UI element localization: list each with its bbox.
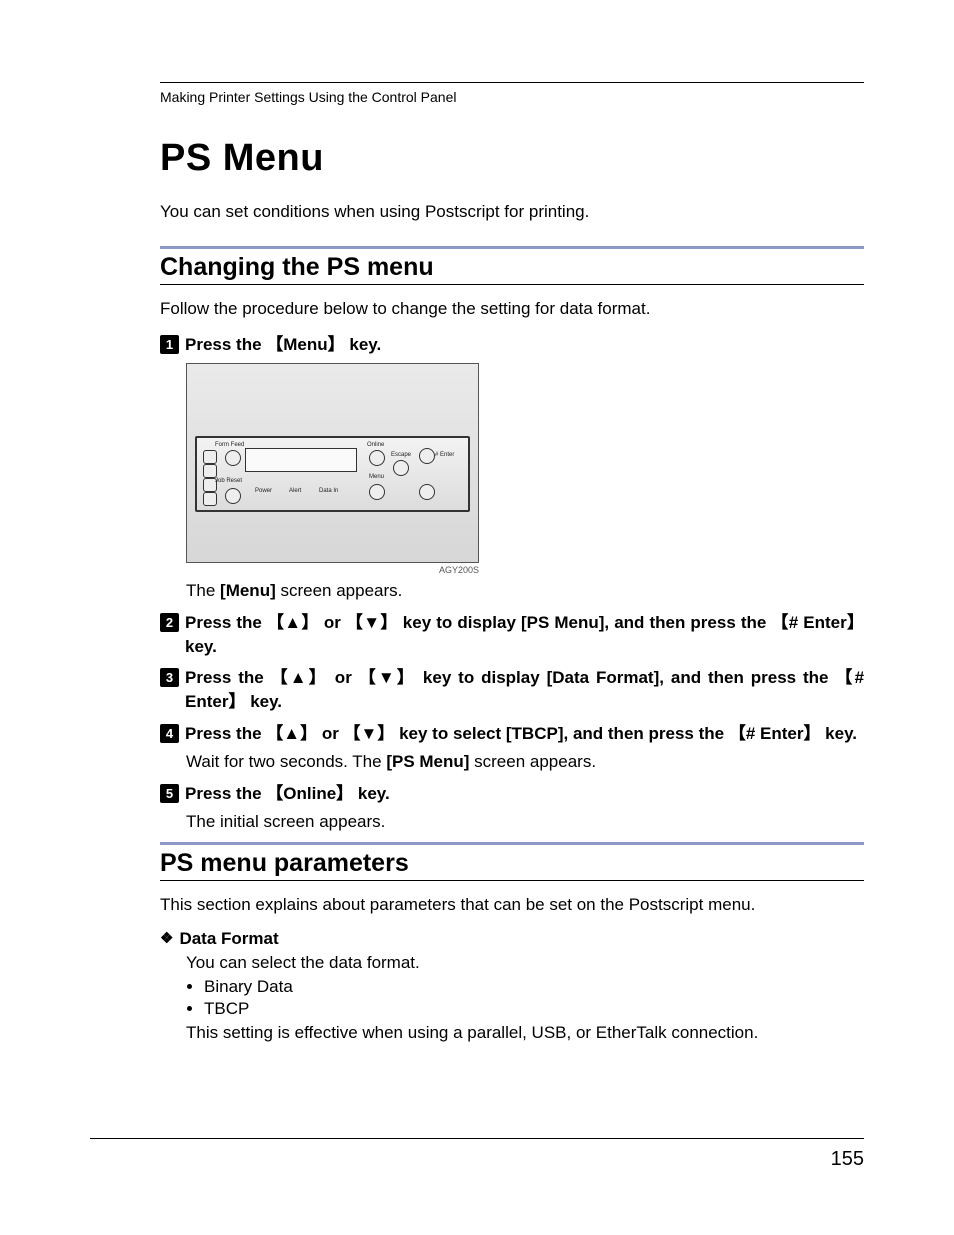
label-escape: Escape	[391, 452, 411, 458]
step-4-sub: Wait for two seconds. The [PS Menu] scre…	[186, 752, 864, 772]
section-rule	[160, 842, 864, 845]
up-arrow-icon: ▲	[290, 666, 307, 690]
indicator-4	[203, 492, 217, 506]
step-number-icon: 4	[160, 724, 179, 743]
label-data-in: Data In	[319, 488, 338, 494]
step-1: 1 Press the 【Menu】 key.	[160, 333, 864, 357]
step-3-text: Press the 【▲】 or 【▼】 key to display [Dat…	[185, 666, 864, 714]
param-desc: You can select the data format.	[186, 953, 864, 973]
section-heading-changing: Changing the PS menu	[160, 253, 864, 285]
step-number-icon: 3	[160, 668, 179, 687]
online-button	[369, 450, 385, 466]
label-online: Online	[367, 442, 384, 448]
param-data-format-body: You can select the data format. Binary D…	[186, 953, 864, 1043]
param-options: Binary Data TBCP	[204, 977, 864, 1019]
down-arrow-icon: ▼	[363, 611, 380, 635]
list-item: TBCP	[204, 999, 864, 1019]
figure-wrap: Form Feed Job Reset Power Alert Data In …	[186, 363, 864, 575]
label-job-reset: Job Reset	[215, 478, 242, 484]
label-alert: Alert	[289, 488, 301, 494]
header-rule: Making Printer Settings Using the Contro…	[160, 82, 864, 107]
up-arrow-icon: ▲	[284, 611, 301, 635]
step-4-text: Press the 【▲】 or 【▼】 key to select [TBCP…	[185, 722, 857, 746]
step-4: 4 Press the 【▲】 or 【▼】 key to select [TB…	[160, 722, 864, 746]
figure-code: AGY200S	[186, 565, 479, 575]
section-heading-params: PS menu parameters	[160, 849, 864, 881]
param-note: This setting is effective when using a p…	[186, 1023, 864, 1043]
indicator-1	[203, 450, 217, 464]
menu-button	[369, 484, 385, 500]
section-rule	[160, 246, 864, 249]
section2-lead: This section explains about parameters t…	[160, 895, 864, 915]
job-reset-button	[225, 488, 241, 504]
param-data-format-head: ❖Data Format	[160, 929, 864, 949]
down-arrow-icon: ▼	[378, 666, 395, 690]
step-2: 2 Press the 【▲】 or 【▼】 key to display [P…	[160, 611, 864, 659]
running-head: Making Printer Settings Using the Contro…	[160, 89, 864, 107]
label-form-feed: Form Feed	[215, 442, 244, 448]
panel: Form Feed Job Reset Power Alert Data In …	[195, 436, 470, 512]
section1-lead: Follow the procedure below to change the…	[160, 299, 864, 319]
label-menu: Menu	[369, 474, 384, 480]
label-enter: # Enter	[435, 452, 454, 458]
down-arrow-icon: ▼	[361, 722, 378, 746]
down-button	[419, 484, 435, 500]
content-area: PS Menu You can set conditions when usin…	[160, 137, 864, 1043]
step-5-sub: The initial screen appears.	[186, 812, 864, 832]
step-5-text: Press the 【Online】 key.	[185, 782, 390, 806]
page: Making Printer Settings Using the Contro…	[0, 0, 954, 1235]
list-item: Binary Data	[204, 977, 864, 997]
step-number-icon: 1	[160, 335, 179, 354]
diamond-icon: ❖	[160, 929, 173, 947]
page-number: 155	[831, 1148, 864, 1171]
step-5: 5 Press the 【Online】 key.	[160, 782, 864, 806]
form-feed-button	[225, 450, 241, 466]
step-1-sub: The [Menu] screen appears.	[186, 581, 864, 601]
page-title: PS Menu	[160, 137, 864, 180]
step-3: 3 Press the 【▲】 or 【▼】 key to display [D…	[160, 666, 864, 714]
intro-text: You can set conditions when using Postsc…	[160, 202, 864, 222]
footer-rule	[90, 1138, 864, 1139]
indicator-2	[203, 464, 217, 478]
up-arrow-icon: ▲	[283, 722, 300, 746]
step-2-text: Press the 【▲】 or 【▼】 key to display [PS …	[185, 611, 864, 659]
lcd-screen	[245, 448, 357, 472]
escape-button	[393, 460, 409, 476]
control-panel-figure: Form Feed Job Reset Power Alert Data In …	[186, 363, 479, 563]
step-number-icon: 2	[160, 613, 179, 632]
step-number-icon: 5	[160, 784, 179, 803]
label-power: Power	[255, 488, 272, 494]
step-1-text: Press the 【Menu】 key.	[185, 333, 381, 357]
up-button	[419, 448, 435, 464]
